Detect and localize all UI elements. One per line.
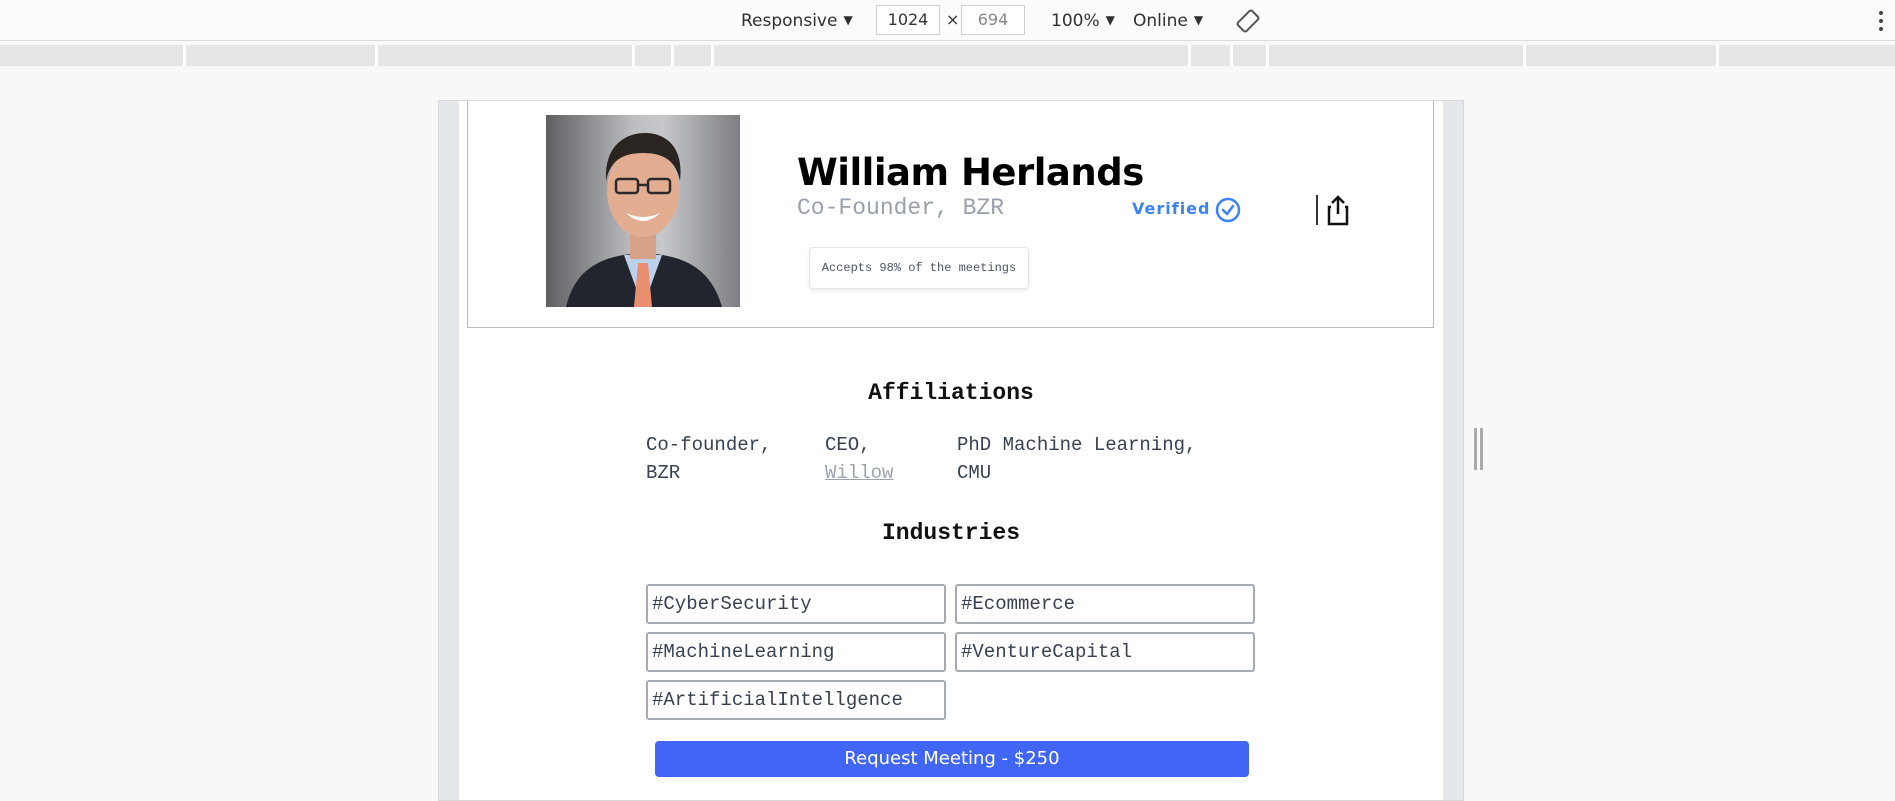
media-query-marker[interactable] [711, 45, 714, 66]
device-mode-label: Responsive [741, 11, 838, 31]
devtools-toolbar: Responsive ▼ 1024 × 694 100% ▼ Online ▼ [0, 0, 1895, 41]
device-viewport: William Herlands Co-Founder, BZR Verifie… [438, 100, 1464, 801]
divider [1316, 195, 1318, 225]
media-query-marker[interactable] [671, 45, 674, 66]
resize-handle[interactable] [1474, 428, 1484, 470]
zoom-label: 100% [1051, 11, 1100, 31]
verified-check-icon [1215, 197, 1241, 223]
affiliations-title: Affiliations [868, 380, 1034, 406]
zoom-dropdown[interactable]: 100% ▼ [1051, 0, 1115, 40]
device-mode-dropdown[interactable]: Responsive ▼ [741, 0, 853, 40]
media-query-marker[interactable] [632, 45, 635, 66]
chevron-down-icon: ▼ [843, 13, 853, 27]
request-meeting-button[interactable]: Request Meeting - $250 [655, 741, 1249, 777]
share-icon[interactable] [1326, 194, 1350, 226]
affiliation-role: Co-founder, [646, 434, 772, 456]
media-query-marker[interactable] [1523, 45, 1526, 66]
profile-role: Co-Founder, BZR [797, 195, 1005, 221]
chevron-down-icon: ▼ [1193, 13, 1204, 27]
network-label: Online [1133, 11, 1188, 31]
media-query-marker[interactable] [1716, 45, 1719, 66]
affiliation-item: Co-founder, BZR [646, 431, 771, 487]
more-vert-icon[interactable] [1879, 11, 1883, 31]
media-query-marker[interactable] [1188, 45, 1191, 66]
avatar [546, 115, 740, 307]
affiliation-role: PhD Machine Learning, [957, 434, 1197, 456]
profile-name: William Herlands [797, 151, 1144, 194]
avatar-portrait [566, 133, 722, 307]
meeting-acceptance-tooltip: Accepts 98% of the meetings [809, 247, 1029, 289]
width-input[interactable]: 1024 [876, 5, 940, 35]
industry-tag[interactable]: #CyberSecurity [646, 584, 946, 624]
affiliation-item: CEO, Willow [825, 431, 893, 487]
network-throttle-dropdown[interactable]: Online ▼ [1133, 0, 1203, 40]
media-query-bar [0, 45, 1895, 66]
verified-label: Verified [1132, 199, 1211, 218]
affiliation-org-link[interactable]: Willow [825, 462, 893, 484]
height-input[interactable]: 694 [961, 5, 1025, 35]
affiliation-item: PhD Machine Learning, CMU [957, 431, 1196, 487]
chevron-down-icon: ▼ [1105, 13, 1115, 27]
media-query-marker[interactable] [1266, 45, 1269, 66]
affiliation-org: BZR [646, 462, 681, 484]
page-content: William Herlands Co-Founder, BZR Verifie… [459, 101, 1443, 800]
media-query-marker[interactable] [375, 45, 378, 66]
media-query-marker[interactable] [1230, 45, 1233, 66]
industries-title: Industries [881, 520, 1021, 546]
media-query-marker[interactable] [183, 45, 186, 66]
affiliation-role: CEO, [825, 434, 871, 456]
profile-card: William Herlands Co-Founder, BZR Verifie… [467, 101, 1434, 328]
rotate-icon[interactable] [1236, 9, 1260, 33]
industry-tag[interactable]: #MachineLearning [646, 632, 946, 672]
industry-tag[interactable]: #Ecommerce [955, 584, 1255, 624]
affiliation-org: CMU [957, 462, 992, 484]
industry-tag[interactable]: #VentureCapital [955, 632, 1255, 672]
dimension-separator: × [946, 10, 960, 29]
industry-tag[interactable]: #ArtificialIntellgence [646, 680, 946, 720]
